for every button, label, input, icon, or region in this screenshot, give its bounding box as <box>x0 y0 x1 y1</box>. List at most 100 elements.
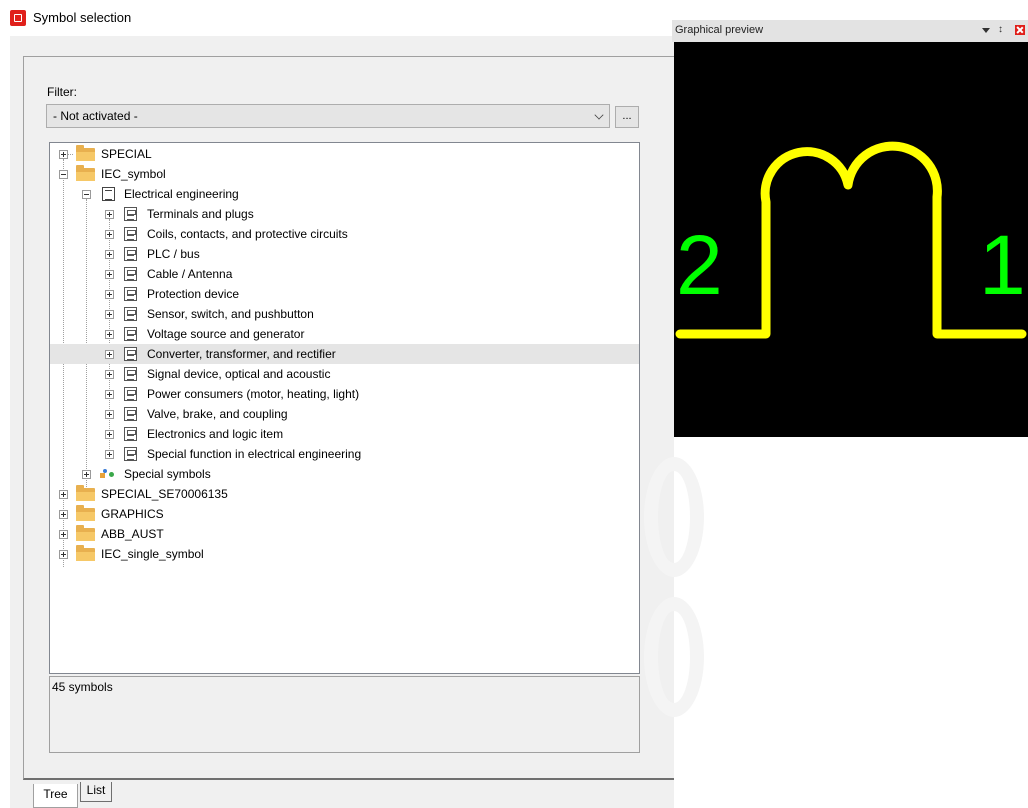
category-icon <box>124 427 137 441</box>
preview-title-bar: Graphical preview ↕ <box>672 20 1028 42</box>
folder-icon <box>76 545 95 561</box>
tree-node-label: Terminals and plugs <box>147 207 254 221</box>
filter-label: Filter: <box>47 85 77 99</box>
dropdown-icon[interactable] <box>982 28 990 33</box>
tree-node-special-symbols[interactable]: Special symbols <box>50 464 639 484</box>
category-icon <box>124 207 137 221</box>
ghost-shape <box>644 457 704 577</box>
tree-node-terminals[interactable]: Terminals and plugs <box>50 204 639 224</box>
pin-label-1: 1 <box>979 218 1026 312</box>
tree-node-special-function[interactable]: Special function in electrical engineeri… <box>50 444 639 464</box>
category-icon <box>124 287 137 301</box>
app-icon <box>10 10 26 26</box>
expand-icon[interactable] <box>59 510 68 519</box>
expand-icon[interactable] <box>105 290 114 299</box>
tree-node-special[interactable]: SPECIAL <box>50 144 639 164</box>
tree-node-converter[interactable]: Converter, transformer, and rectifier <box>50 344 639 364</box>
tree-node-graphics[interactable]: GRAPHICS <box>50 504 639 524</box>
symbol-selection-dialog: Filter: - Not activated - ... SPECIAL IE… <box>10 36 682 808</box>
tree-node-label: Electronics and logic item <box>147 427 284 441</box>
expand-icon[interactable] <box>105 350 114 359</box>
coil-symbol-preview: 2 1 <box>675 141 1027 339</box>
symbol-tree[interactable]: SPECIAL IEC_symbol Electrical engineerin… <box>49 142 640 674</box>
ghost-shape <box>644 597 704 717</box>
expand-icon[interactable] <box>105 250 114 259</box>
expand-icon[interactable] <box>59 490 68 499</box>
tree-node-protection[interactable]: Protection device <box>50 284 639 304</box>
collapse-icon[interactable] <box>82 190 91 199</box>
tree-node-sensor[interactable]: Sensor, switch, and pushbutton <box>50 304 639 324</box>
category-icon <box>124 347 137 361</box>
tree-node-signal-device[interactable]: Signal device, optical and acoustic <box>50 364 639 384</box>
folder-icon <box>76 145 95 161</box>
tree-node-coils[interactable]: Coils, contacts, and protective circuits <box>50 224 639 244</box>
window-title: Symbol selection <box>33 10 132 25</box>
expand-icon[interactable] <box>105 310 114 319</box>
background-area <box>644 437 1028 808</box>
symbol-count: 45 symbols <box>52 680 113 694</box>
tree-node-label: IEC_symbol <box>101 167 166 181</box>
tree-node-valve[interactable]: Valve, brake, and coupling <box>50 404 639 424</box>
tree-node-label: Power consumers (motor, heating, light) <box>147 387 360 401</box>
electrical-engineering-icon <box>102 187 115 201</box>
tree-node-plc-bus[interactable]: PLC / bus <box>50 244 639 264</box>
expand-icon[interactable] <box>105 270 114 279</box>
tree-node-label: GRAPHICS <box>101 507 164 521</box>
tree-node-power-consumers[interactable]: Power consumers (motor, heating, light) <box>50 384 639 404</box>
tree-node-label: Coils, contacts, and protective circuits <box>147 227 348 241</box>
expand-icon[interactable] <box>105 390 114 399</box>
category-icon <box>124 247 137 261</box>
coil-symbol <box>675 141 1027 339</box>
filter-dropdown[interactable]: - Not activated - <box>46 104 610 128</box>
tree-node-label: SPECIAL <box>101 147 152 161</box>
tab-tree[interactable]: Tree <box>33 784 78 808</box>
expand-icon[interactable] <box>59 530 68 539</box>
expand-icon[interactable] <box>59 550 68 559</box>
expand-icon[interactable] <box>82 470 91 479</box>
expand-icon[interactable] <box>105 410 114 419</box>
category-icon <box>124 407 137 421</box>
tree-node-label: Sensor, switch, and pushbutton <box>147 307 314 321</box>
tree-node-label: Special function in electrical engineeri… <box>147 447 362 461</box>
expand-icon[interactable] <box>105 330 114 339</box>
expand-icon[interactable] <box>105 230 114 239</box>
expand-icon[interactable] <box>105 370 114 379</box>
special-symbols-icon <box>100 469 114 479</box>
tree-node-iec-symbol[interactable]: IEC_symbol <box>50 164 639 184</box>
tree-node-abb-aust[interactable]: ABB_AUST <box>50 524 639 544</box>
collapse-icon[interactable] <box>59 170 68 179</box>
preview-title: Graphical preview <box>675 24 764 36</box>
folder-icon <box>76 485 95 501</box>
category-icon <box>124 447 137 461</box>
expand-icon[interactable] <box>59 150 68 159</box>
expand-icon[interactable] <box>105 430 114 439</box>
chevron-down-icon <box>594 110 604 120</box>
tree-node-iec-single-symbol[interactable]: IEC_single_symbol <box>50 544 639 564</box>
pin-label-2: 2 <box>676 218 723 312</box>
filter-value: - Not activated - <box>53 109 138 123</box>
status-box: 45 symbols <box>49 676 640 753</box>
category-icon <box>124 367 137 381</box>
graphical-preview: 2 1 <box>674 42 1028 437</box>
category-icon <box>124 267 137 281</box>
folder-icon <box>76 525 95 541</box>
expand-icon[interactable] <box>105 450 114 459</box>
tree-node-voltage-source[interactable]: Voltage source and generator <box>50 324 639 344</box>
tree-node-label: Electrical engineering <box>124 187 239 201</box>
tab-list[interactable]: List <box>80 782 112 802</box>
tree-node-label: SPECIAL_SE70006135 <box>101 487 228 501</box>
close-icon[interactable] <box>1015 25 1025 35</box>
tree-node-special-se[interactable]: SPECIAL_SE70006135 <box>50 484 639 504</box>
expand-icon[interactable] <box>105 210 114 219</box>
category-icon <box>124 227 137 241</box>
tree-node-label: Signal device, optical and acoustic <box>147 367 331 381</box>
category-icon <box>124 387 137 401</box>
tree-node-cable[interactable]: Cable / Antenna <box>50 264 639 284</box>
tree-node-electrical-engineering[interactable]: Electrical engineering <box>50 184 639 204</box>
tree-node-label: Protection device <box>147 287 240 301</box>
tree-node-electronics[interactable]: Electronics and logic item <box>50 424 639 444</box>
pin-icon[interactable]: ↕ <box>998 24 1003 35</box>
tree-node-label: Special symbols <box>124 467 211 481</box>
tree-node-label: ABB_AUST <box>101 527 164 541</box>
filter-more-button[interactable]: ... <box>615 106 639 128</box>
